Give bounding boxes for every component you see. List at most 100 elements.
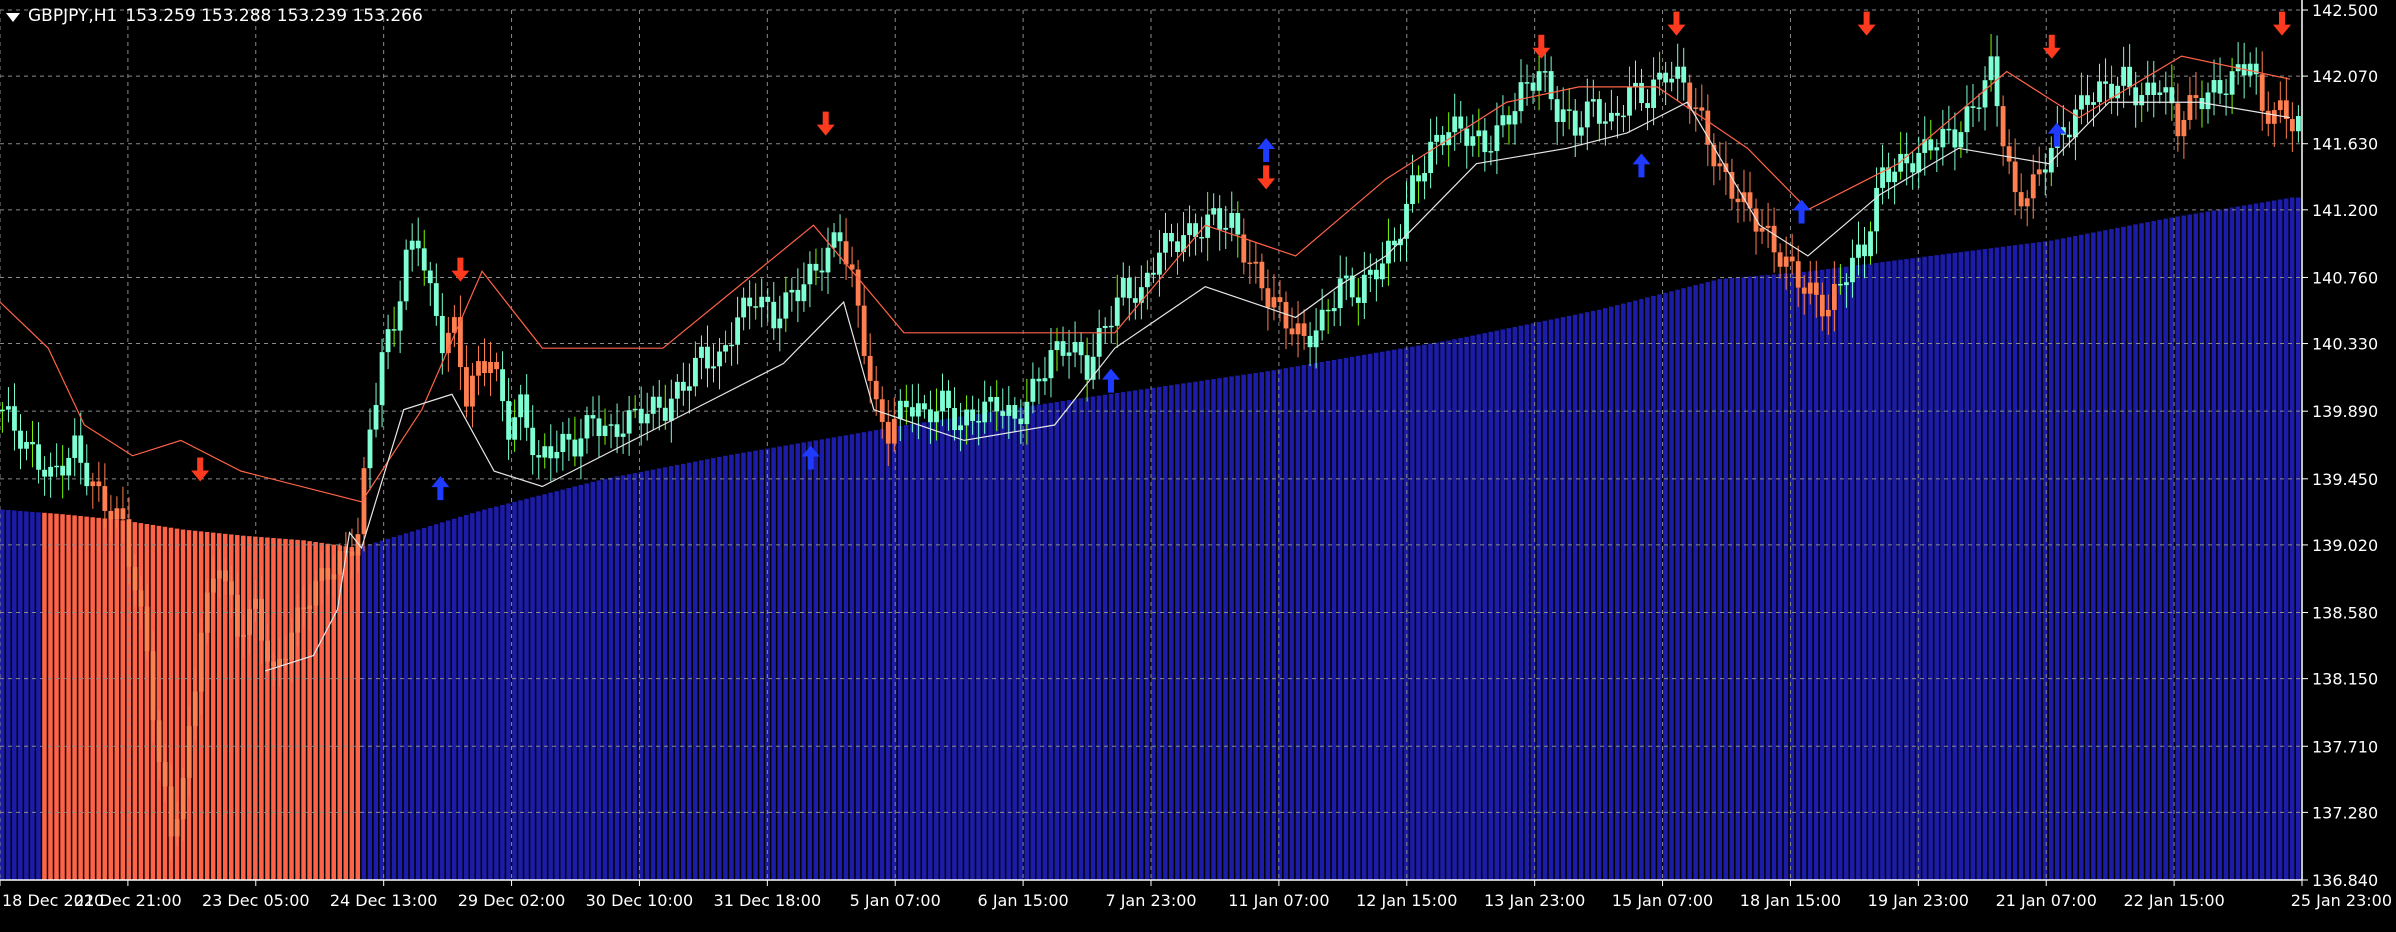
histogram-bar — [1807, 271, 1813, 880]
ohlc-label: 153.259 153.288 153.239 153.266 — [125, 6, 423, 26]
candle-body — [2115, 85, 2121, 99]
candle-body — [1373, 269, 1379, 280]
candle-body — [319, 568, 325, 581]
histogram-bar — [988, 412, 993, 880]
histogram-bar — [970, 414, 975, 880]
histogram-bar — [1205, 379, 1210, 880]
histogram-bar — [1910, 258, 1915, 880]
candle-body — [1422, 173, 1427, 182]
histogram-bar — [2283, 198, 2289, 880]
candle-body — [542, 446, 548, 458]
candle-body — [138, 590, 144, 607]
candle-body — [1578, 127, 1584, 136]
y-tick-label: 141.200 — [2312, 201, 2378, 220]
histogram-bar — [656, 468, 662, 880]
y-tick-label: 138.580 — [2312, 604, 2378, 623]
histogram-bar — [1482, 333, 1487, 880]
candle-body — [1657, 72, 1663, 80]
histogram-bar — [1566, 315, 1572, 880]
candle-body — [2187, 95, 2193, 120]
candle-body — [988, 396, 994, 402]
histogram-bar — [1289, 367, 1295, 881]
histogram-bar — [482, 509, 487, 880]
histogram-bar — [1813, 270, 1819, 880]
candle-body — [114, 508, 120, 520]
chart-area[interactable]: 142.500 142.070 141.630 141.200 140.760 140.3… — [0, 0, 2396, 928]
candle-body — [572, 439, 578, 457]
histogram-bar — [1090, 396, 1096, 880]
histogram-bar — [1663, 292, 1668, 880]
candle-body — [1337, 278, 1343, 309]
histogram-bar — [1024, 406, 1029, 880]
candle-body — [2127, 66, 2133, 88]
histogram-bar — [2054, 239, 2060, 880]
candle-body — [1060, 341, 1066, 356]
candle-body — [2000, 106, 2006, 147]
histogram-bar — [976, 413, 981, 880]
histogram-bar — [1283, 368, 1289, 880]
candle-body — [325, 568, 331, 580]
price-chart[interactable]: 142.500 142.070 141.630 141.200 140.760 140.3… — [0, 0, 2396, 928]
candle-body — [2211, 80, 2217, 93]
candle-body — [1452, 116, 1458, 133]
candle-body — [6, 406, 11, 410]
histogram-bar — [2145, 222, 2150, 881]
histogram-bar — [1705, 282, 1710, 880]
candle-body — [1114, 297, 1120, 326]
histogram-bar — [1072, 399, 1078, 880]
y-tick-label: 139.890 — [2312, 402, 2378, 421]
candle-body — [554, 452, 560, 459]
candle-body — [313, 580, 319, 606]
candle-body — [723, 345, 728, 352]
candle-body — [946, 390, 951, 408]
candle-body — [1982, 80, 1988, 108]
histogram-bar — [1199, 380, 1204, 880]
histogram-bar — [1157, 386, 1162, 880]
histogram-bar — [753, 450, 758, 880]
histogram-bar — [1331, 359, 1337, 880]
histogram-bar — [1349, 356, 1355, 880]
candle-body — [1410, 175, 1415, 204]
histogram-bar — [162, 526, 168, 880]
histogram-bar — [2030, 242, 2036, 880]
histogram-bar — [1518, 325, 1524, 881]
histogram-bar — [1464, 336, 1469, 881]
histogram-bar — [662, 467, 668, 880]
candle-body — [2024, 198, 2030, 207]
candle-body — [1458, 116, 1464, 129]
candle-body — [1361, 274, 1367, 303]
histogram-bar — [705, 459, 710, 880]
x-tick-label: 11 Jan 07:00 — [1228, 891, 1329, 910]
histogram-bar — [2079, 234, 2084, 880]
candle-body — [367, 429, 373, 469]
candle-body — [283, 658, 289, 661]
histogram-bar — [1452, 339, 1457, 881]
candle-body — [952, 407, 957, 431]
histogram-bar — [2042, 241, 2048, 880]
collapse-triangle-icon[interactable] — [6, 12, 20, 22]
histogram-bar — [922, 422, 927, 880]
histogram-bar — [2133, 224, 2138, 881]
candle-body — [1048, 350, 1054, 379]
histogram-bar — [699, 460, 704, 880]
histogram-bar — [1120, 392, 1126, 880]
histogram-bar — [2073, 235, 2078, 880]
histogram-bar — [367, 544, 373, 880]
histogram-bar — [1687, 286, 1692, 880]
candle-body — [1379, 263, 1385, 280]
candle-body — [1169, 232, 1174, 242]
y-tick-label: 137.710 — [2312, 737, 2378, 756]
histogram-bar — [84, 516, 89, 880]
candle-body — [1590, 99, 1596, 102]
candle-body — [210, 578, 216, 593]
candle-body — [2259, 74, 2265, 111]
candle-body — [1235, 212, 1241, 235]
histogram-bar — [1880, 262, 1885, 880]
candle-body — [2006, 146, 2012, 162]
candle-body — [295, 607, 301, 633]
candle-body — [42, 469, 48, 477]
histogram-bar — [1669, 291, 1674, 880]
histogram-bar — [2151, 220, 2156, 881]
candle-body — [2151, 82, 2157, 95]
histogram-bar — [1602, 308, 1608, 880]
